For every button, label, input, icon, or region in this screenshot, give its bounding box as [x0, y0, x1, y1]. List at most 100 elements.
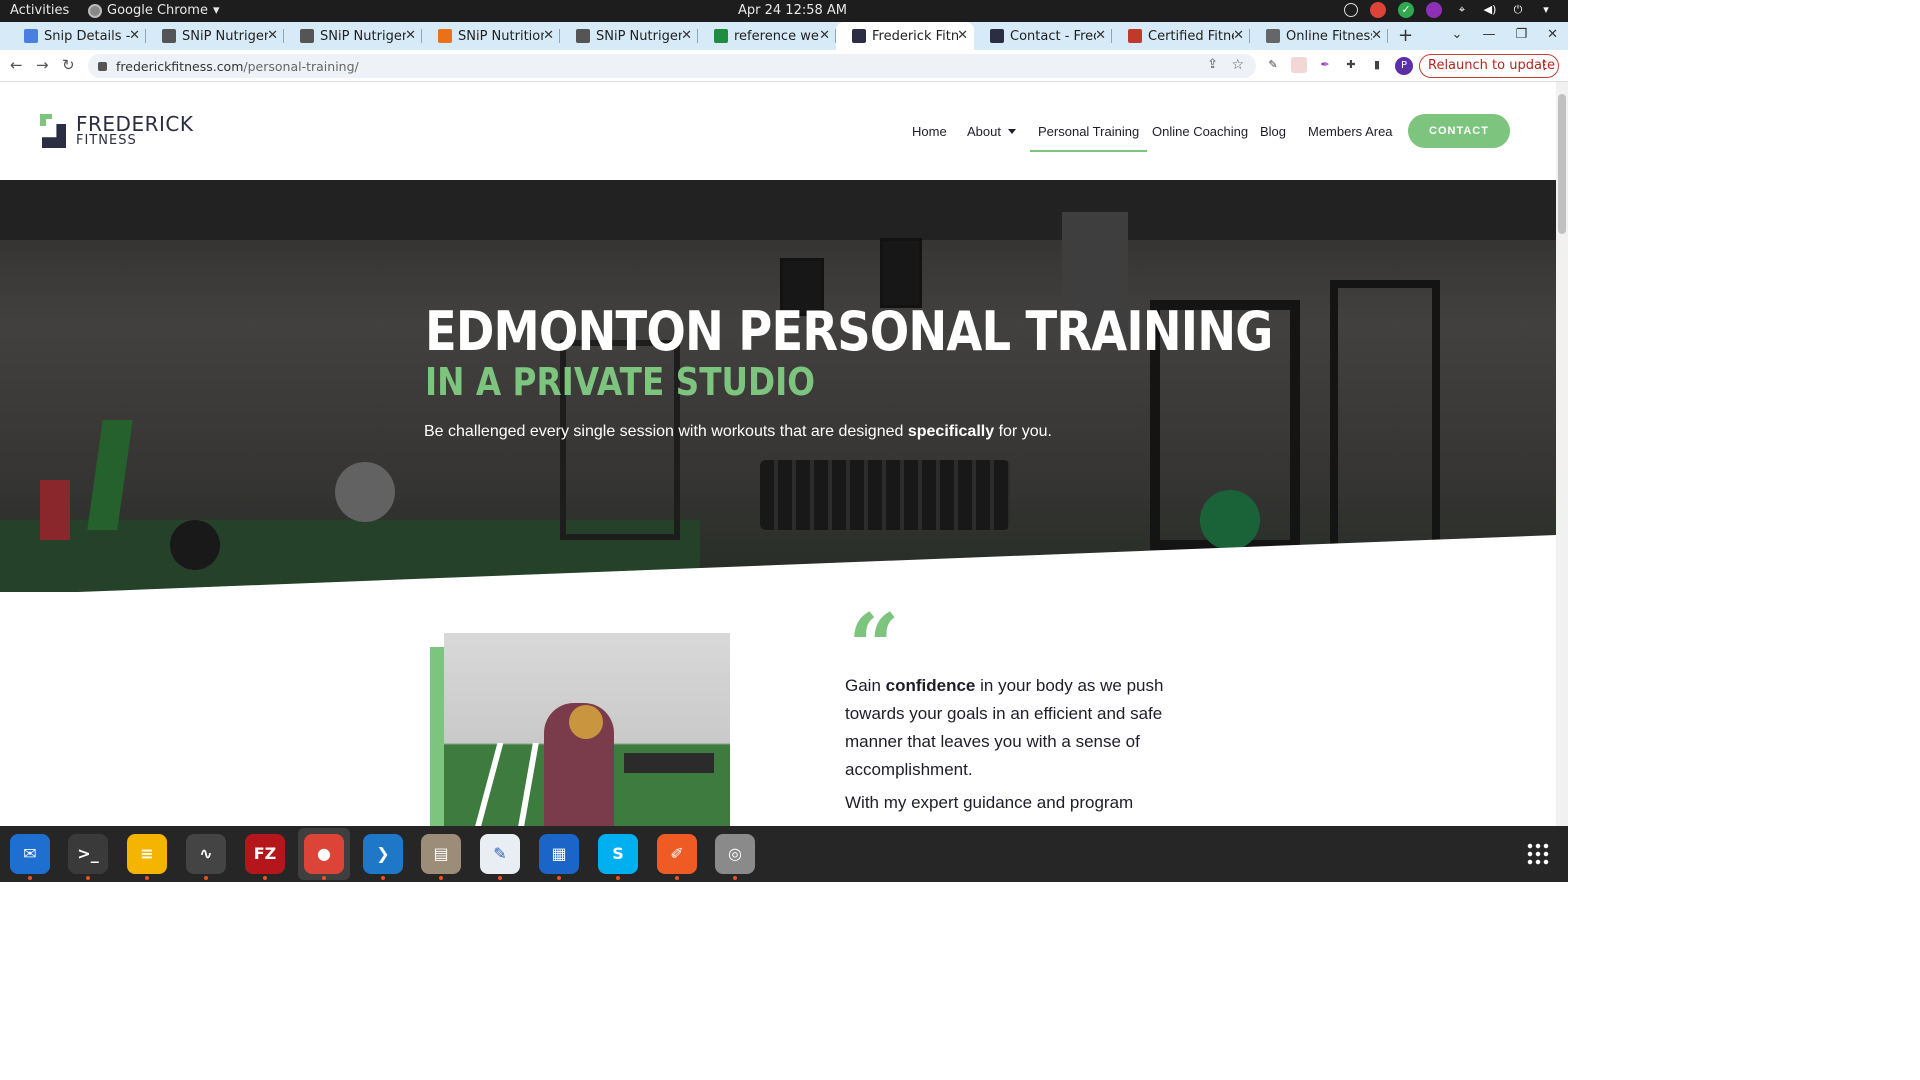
more-menu-icon[interactable]: ⋮ — [1538, 55, 1551, 77]
hero-section: EDMONTON PERSONAL TRAINING IN A PRIVATE … — [0, 180, 1556, 592]
network-icon[interactable]: ⌖ — [1454, 2, 1470, 18]
postman-icon[interactable]: ✐ — [657, 834, 697, 880]
browser-tab[interactable]: Online Fitness ✕ — [1250, 22, 1388, 50]
doc-icon — [24, 29, 38, 43]
logo-text: FREDERICK FITNESS — [76, 114, 193, 148]
close-tab-icon[interactable]: ✕ — [129, 28, 140, 43]
running-indicator — [675, 876, 679, 880]
text-editor-icon[interactable]: ✎ — [480, 834, 520, 880]
url-path: /personal-training/ — [243, 58, 359, 74]
tab-search-icon[interactable]: ⌄ — [1452, 27, 1463, 42]
pen-extension-icon[interactable]: ✒ — [1317, 57, 1333, 73]
app-tray-icon[interactable] — [1426, 2, 1442, 18]
volume-icon[interactable]: ◀) — [1482, 2, 1498, 18]
chevron-down-icon: ▾ — [212, 3, 220, 18]
logo-line1: FREDERICK — [76, 112, 194, 136]
terminal-icon[interactable]: >_ — [68, 834, 108, 880]
nav-blog[interactable]: Blog — [1260, 124, 1286, 139]
profile-avatar[interactable]: P — [1395, 57, 1413, 75]
close-tab-icon[interactable]: ✕ — [267, 28, 278, 43]
chrome-tray-icon[interactable] — [1370, 2, 1386, 18]
extensions-puzzle-icon[interactable]: ✚ — [1343, 57, 1359, 73]
chrome-icon[interactable]: ● — [304, 834, 344, 880]
frederick-icon — [990, 29, 1004, 43]
close-tab-icon[interactable]: ✕ — [1371, 28, 1382, 43]
scrollbar-thumb[interactable] — [1558, 94, 1566, 234]
show-applications-icon[interactable] — [1526, 842, 1550, 866]
calendar-extension-icon[interactable] — [1291, 57, 1307, 73]
minimize-button[interactable]: — — [1482, 27, 1495, 42]
chevron-down-icon[interactable]: ▾ — [1538, 2, 1554, 18]
notes-icon[interactable]: ≡ — [127, 834, 167, 880]
check-tray-icon[interactable]: ✓ — [1398, 2, 1414, 18]
page-scrollbar[interactable] — [1556, 82, 1568, 826]
close-tab-icon[interactable]: ✕ — [405, 28, 416, 43]
close-tab-icon[interactable]: ✕ — [543, 28, 554, 43]
share-icon[interactable]: ⇪ — [1207, 57, 1218, 72]
nav-personal-training[interactable]: Personal Training — [1029, 124, 1148, 152]
browser-tab[interactable]: reference webs✕ — [698, 22, 836, 50]
close-tab-icon[interactable]: ✕ — [957, 28, 968, 43]
relaunch-button[interactable]: Relaunch to update ⋮ — [1419, 54, 1559, 78]
eyedropper-extension-icon[interactable]: ✎ — [1265, 57, 1281, 73]
close-tab-icon[interactable]: ✕ — [681, 28, 692, 43]
tab-title: reference webs — [734, 28, 820, 44]
thunderbird-icon[interactable]: ✉ — [10, 834, 50, 880]
close-tab-icon[interactable]: ✕ — [819, 28, 830, 43]
running-indicator — [145, 876, 149, 880]
tab-title: SNiP Nutrigeno — [596, 28, 682, 44]
logo-mark-icon — [40, 114, 68, 148]
nav-home[interactable]: Home — [912, 124, 947, 139]
address-bar[interactable]: frederickfitness.com/personal-training/ … — [88, 54, 1256, 78]
system-tray[interactable]: ✓ ⌖ ◀) ⏻ ▾ — [1344, 2, 1554, 18]
system-monitor-icon[interactable]: ∿ — [186, 834, 226, 880]
privacy-icon[interactable] — [1344, 3, 1358, 17]
close-tab-icon[interactable]: ✕ — [1233, 28, 1244, 43]
side-panel-icon[interactable]: ▮ — [1369, 57, 1385, 73]
intro-text: Gain — [845, 676, 886, 695]
contact-button[interactable]: CONTACT — [1408, 114, 1510, 148]
tab-title: SNiP Nutrigeno — [182, 28, 268, 44]
document-viewer-icon[interactable]: ▦ — [539, 834, 579, 880]
new-tab-button[interactable]: + — [1398, 25, 1413, 46]
browser-tab[interactable]: Certified Fitnes✕ — [1112, 22, 1250, 50]
browser-tab[interactable]: Contact - Frede✕ — [974, 22, 1112, 50]
close-tab-icon[interactable]: ✕ — [1095, 28, 1106, 43]
bookmark-star-icon[interactable]: ☆ — [1231, 57, 1244, 73]
back-button[interactable]: ← — [10, 56, 23, 74]
skype-icon[interactable]: S — [598, 834, 638, 880]
tab-title: Contact - Frede — [1010, 28, 1096, 44]
browser-tab[interactable]: SNiP Nutrigeno✕ — [146, 22, 284, 50]
close-window-button[interactable]: ✕ — [1547, 27, 1558, 42]
dock: ✉ >_ ≡ ∿ FZ ● ❯ ▤ ✎ ▦ S ✐ ◎ — [0, 826, 1568, 882]
disk-utility-icon[interactable]: ◎ — [715, 834, 755, 880]
browser-tab[interactable]: SNiP Nutrigeno✕ — [560, 22, 698, 50]
browser-tab[interactable]: SNiP Nutrigeno✕ — [284, 22, 422, 50]
browser-tab[interactable]: Snip Details - G✕ — [8, 22, 146, 50]
filezilla-icon[interactable]: FZ — [245, 834, 285, 880]
lock-icon[interactable] — [98, 61, 107, 71]
site-logo[interactable]: FREDERICK FITNESS — [40, 114, 193, 148]
running-indicator — [616, 876, 620, 880]
frederick-icon — [852, 29, 866, 43]
browser-tab[interactable]: Frederick Fitne ✕ — [836, 22, 974, 50]
reload-button[interactable]: ↻ — [62, 56, 75, 74]
power-icon[interactable]: ⏻ — [1510, 2, 1526, 18]
nav-members-area[interactable]: Members Area — [1308, 124, 1393, 139]
gnome-top-bar: Activities Google Chrome ▾ Apr 24 12:58 … — [0, 0, 1568, 22]
nav-about[interactable]: About — [967, 124, 1016, 139]
clock[interactable]: Apr 24 12:58 AM — [738, 3, 847, 18]
forward-button[interactable]: → — [36, 56, 49, 74]
running-indicator — [322, 876, 326, 880]
files-icon[interactable]: ▤ — [421, 834, 461, 880]
running-indicator — [381, 876, 385, 880]
nav-online-coaching[interactable]: Online Coaching — [1152, 124, 1248, 139]
vscode-icon[interactable]: ❯ — [363, 834, 403, 880]
app-menu[interactable]: Google Chrome ▾ — [88, 3, 220, 18]
activities-button[interactable]: Activities — [10, 3, 69, 18]
browser-tab[interactable]: SNiP Nutrition ✕ — [422, 22, 560, 50]
running-indicator — [263, 876, 267, 880]
maximize-button[interactable]: ❐ — [1515, 27, 1527, 42]
running-indicator — [28, 876, 32, 880]
tab-title: Snip Details - G — [44, 28, 130, 44]
